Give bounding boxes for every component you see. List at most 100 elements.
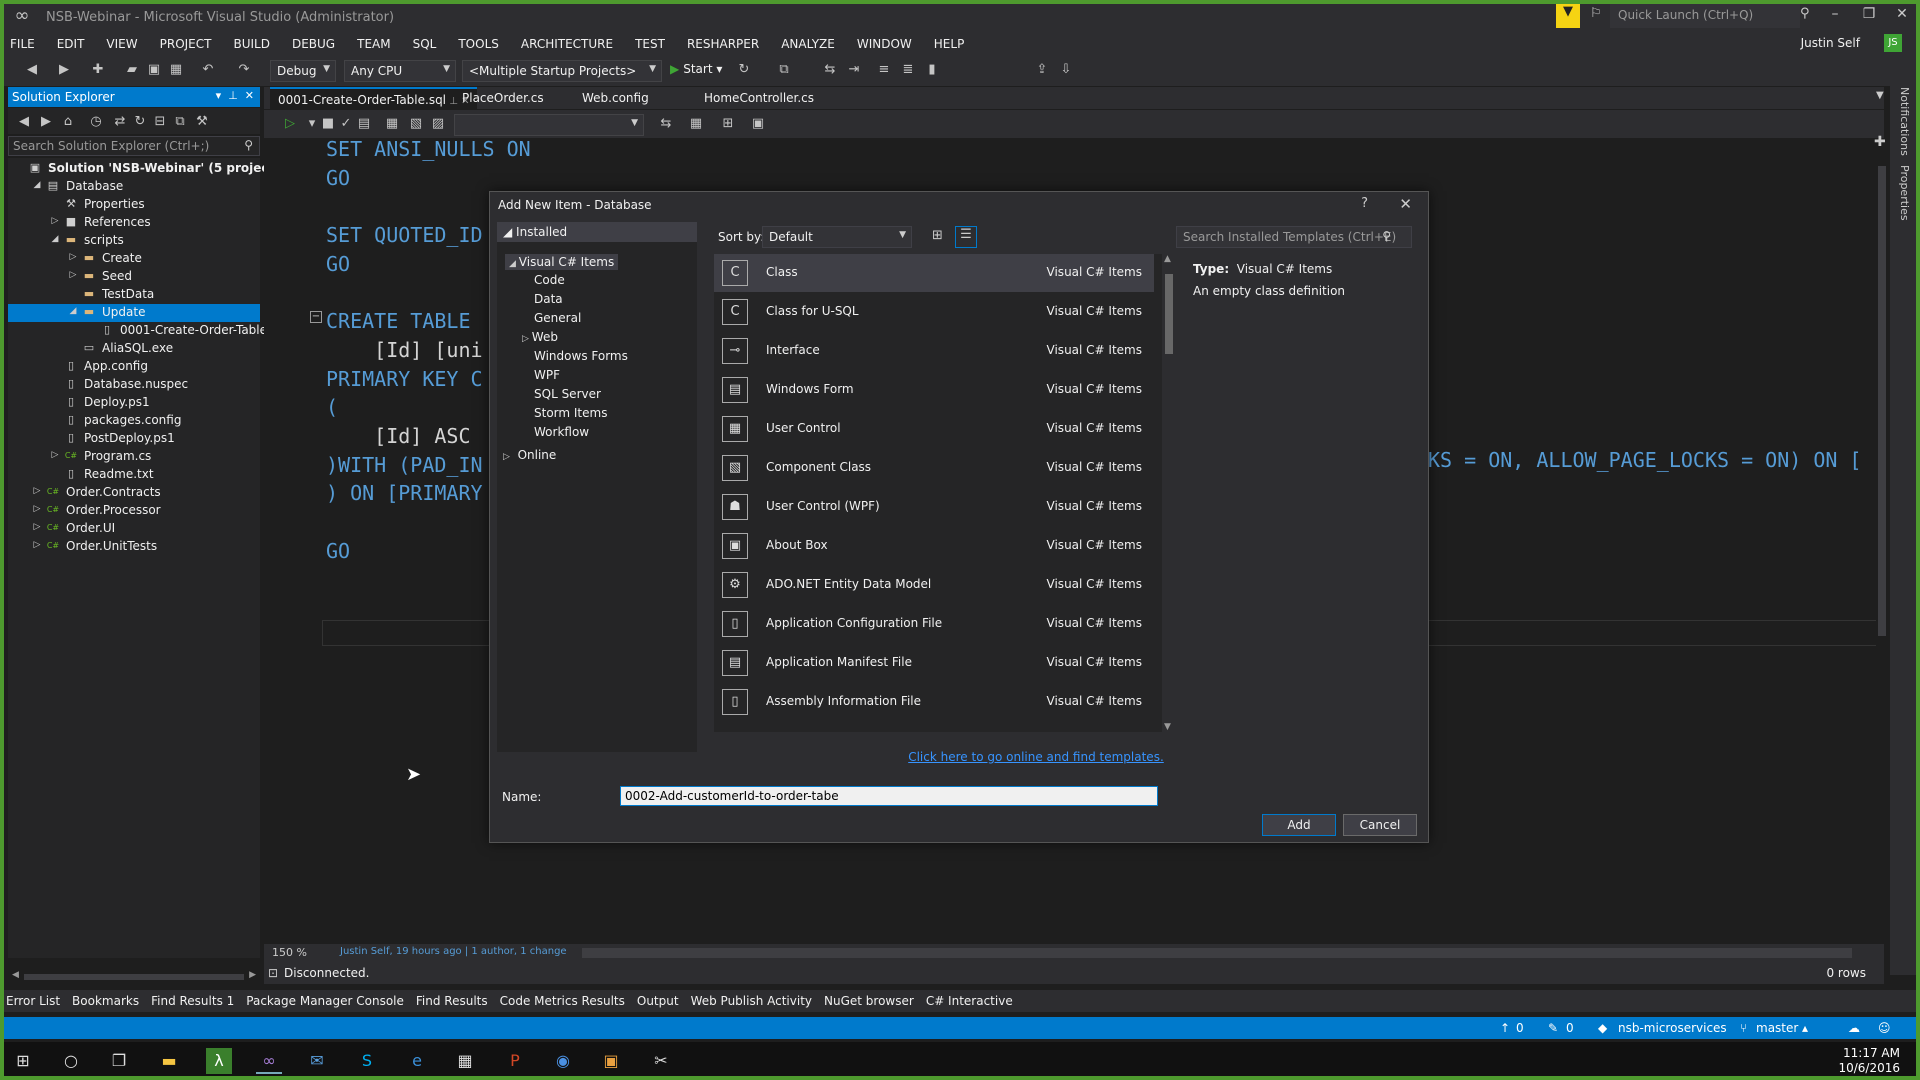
template-item[interactable]: ▤ Windows Form Visual C# Items: [714, 371, 1154, 409]
code-lens-blame[interactable]: Justin Self, 19 hours ago | 1 author, 1 …: [340, 946, 567, 957]
template-item[interactable]: ⚙ ADO.NET Entity Data Model Visual C# Item…: [714, 566, 1154, 604]
history-icon[interactable]: ◷: [88, 114, 104, 129]
horizontal-scrollbar[interactable]: [582, 948, 1852, 958]
chevron-up-icon[interactable]: ▴: [1802, 1021, 1808, 1035]
tree-item[interactable]: ▯ App.config: [8, 358, 260, 376]
tree-item[interactable]: ▯ Database.nuspec: [8, 376, 260, 394]
zoom-level[interactable]: 150 %: [272, 946, 307, 959]
results-text-icon[interactable]: ⊞: [720, 116, 736, 131]
tree-item[interactable]: ▷ C# Order.Processor: [8, 502, 260, 520]
add-button[interactable]: Add: [1262, 814, 1336, 836]
app-lambda-icon[interactable]: λ: [206, 1048, 232, 1074]
template-item[interactable]: ▯ Assembly Information File Visual C# Item…: [714, 683, 1154, 721]
dropdown-icon[interactable]: ▾: [216, 89, 222, 102]
execution-plan-icon[interactable]: ▣: [750, 116, 766, 131]
menu-architecture[interactable]: ARCHITECTURE: [521, 37, 613, 51]
document-tab[interactable]: PlaceOrder.cs: [454, 87, 552, 109]
powerpoint-icon[interactable]: P: [502, 1048, 528, 1074]
change-connection-icon[interactable]: ▨: [430, 116, 446, 131]
recorder-icon[interactable]: ◉: [550, 1048, 576, 1074]
category-workflow[interactable]: Workflow: [534, 425, 589, 439]
template-search-input[interactable]: Search Installed Templates (Ctrl+E) ⚲: [1176, 226, 1412, 248]
sql-tool-icon[interactable]: ▦: [452, 1048, 478, 1074]
category-visual-c-items[interactable]: ◢ Visual C# Items: [505, 254, 619, 270]
tool-tab[interactable]: Error List: [6, 994, 60, 1008]
refresh-icon[interactable]: ↻: [736, 62, 752, 77]
scroll-up-icon[interactable]: ▲: [1164, 254, 1171, 264]
tools-icon[interactable]: ✂: [648, 1048, 674, 1074]
close-icon[interactable]: ✕: [245, 89, 254, 102]
stop-icon[interactable]: ■: [320, 116, 336, 131]
tool-tab[interactable]: C# Interactive: [926, 994, 1013, 1008]
tool-tab[interactable]: Package Manager Console: [246, 994, 404, 1008]
collapse-all-icon[interactable]: ⊟: [152, 114, 168, 129]
cortana-icon[interactable]: ○: [58, 1048, 84, 1074]
tree-item[interactable]: ▣ Solution 'NSB-Webinar' (5 projects): [8, 160, 287, 178]
sort-by-select[interactable]: Default ▼: [762, 226, 912, 248]
collapse-icon[interactable]: −: [310, 311, 322, 323]
template-item[interactable]: ⊸ Interface Visual C# Items: [714, 332, 1154, 370]
bookmark-icon[interactable]: ▮: [924, 62, 940, 77]
windows-start-icon[interactable]: ⊞: [10, 1048, 36, 1074]
browser-link-icon[interactable]: ⧉: [776, 62, 792, 77]
collapse-arrow-icon[interactable]: ◢: [68, 306, 78, 316]
category-code[interactable]: Code: [534, 273, 565, 287]
results-to-icon[interactable]: ⇆: [658, 116, 674, 131]
template-item[interactable]: ▦ User Control Visual C# Items: [714, 410, 1154, 448]
close-icon[interactable]: ✕: [1890, 6, 1914, 22]
forward-icon[interactable]: ▶: [56, 62, 72, 77]
menu-test[interactable]: TEST: [635, 37, 665, 51]
task-view-icon[interactable]: ❐: [106, 1048, 132, 1074]
sync-icon[interactable]: ⇄: [112, 114, 128, 129]
back-icon[interactable]: ◀: [16, 114, 32, 129]
collapse-arrow-icon[interactable]: ◢: [32, 180, 42, 190]
cancel-button[interactable]: Cancel: [1343, 814, 1417, 836]
menu-resharper[interactable]: RESHARPER: [687, 37, 759, 51]
expand-arrow-icon[interactable]: ▷: [32, 522, 42, 532]
tree-item[interactable]: ▷ ▬ Seed: [8, 268, 260, 286]
tool-tab[interactable]: Output: [637, 994, 679, 1008]
filter-icon[interactable]: ▼: [1556, 4, 1580, 28]
solution-explorer-header[interactable]: Solution Explorer ▾ ⊥ ✕: [8, 87, 260, 107]
expand-arrow-icon[interactable]: ▷: [32, 540, 42, 550]
menu-sql[interactable]: SQL: [413, 37, 437, 51]
database-select[interactable]: ▼: [454, 114, 644, 136]
online-node[interactable]: ▷ Online: [503, 448, 556, 462]
menu-tools[interactable]: TOOLS: [458, 37, 499, 51]
panel-controls[interactable]: ▾ ⊥ ✕: [216, 89, 254, 102]
document-tab[interactable]: 0001-Create-Order-Table.sql ⊥ ✕: [270, 87, 478, 109]
menu-debug[interactable]: DEBUG: [292, 37, 335, 51]
collapse-arrow-icon[interactable]: ◢: [50, 234, 60, 244]
feedback-smile-icon[interactable]: ☺: [1878, 1021, 1891, 1035]
expand-arrow-icon[interactable]: ▷: [32, 504, 42, 514]
template-item[interactable]: ☗ User Control (WPF) Visual C# Items: [714, 488, 1154, 526]
template-item[interactable]: C Class for U-SQL Visual C# Items: [714, 293, 1154, 331]
expand-arrow-icon[interactable]: ▷: [68, 270, 78, 280]
category-sql-server[interactable]: SQL Server: [534, 387, 601, 401]
category-data[interactable]: Data: [534, 292, 563, 306]
tool-tab[interactable]: NuGet browser: [824, 994, 914, 1008]
open-file-icon[interactable]: ▰: [124, 62, 140, 77]
home-icon[interactable]: ⌂: [60, 114, 76, 129]
tree-item[interactable]: ▭ AliaSQL.exe: [8, 340, 260, 358]
scrollbar-thumb[interactable]: [1165, 274, 1173, 354]
repo-icon[interactable]: ◆: [1598, 1021, 1607, 1035]
tree-item[interactable]: ▷ C# Order.UI: [8, 520, 260, 538]
template-item[interactable]: ▯ Application Configuration File Visual C#…: [714, 605, 1154, 643]
expand-arrow-icon[interactable]: ▷: [32, 486, 42, 496]
scroll-left-icon[interactable]: ◀: [12, 970, 19, 980]
menu-edit[interactable]: EDIT: [57, 37, 85, 51]
search-icon[interactable]: ⚲: [1800, 6, 1810, 21]
pending-changes-count[interactable]: 0: [1566, 1021, 1574, 1035]
split-editor-icon[interactable]: ✚: [1874, 134, 1886, 150]
edge-icon[interactable]: e: [404, 1048, 430, 1074]
connect-icon[interactable]: ▦: [384, 116, 400, 131]
item-name-input[interactable]: [620, 786, 1158, 806]
tree-item[interactable]: ▷ C# Order.Contracts: [8, 484, 260, 502]
outdent-icon[interactable]: ≣: [900, 62, 916, 77]
solution-explorer-search-input[interactable]: Search Solution Explorer (Ctrl+;) ⚲: [8, 136, 260, 156]
redo-icon[interactable]: ↷: [236, 62, 252, 77]
execute-icon[interactable]: ▷: [282, 116, 298, 131]
startup-project-select[interactable]: <Multiple Startup Projects> ▼: [462, 60, 662, 82]
visual-studio-taskbar-icon[interactable]: ∞: [256, 1048, 282, 1074]
